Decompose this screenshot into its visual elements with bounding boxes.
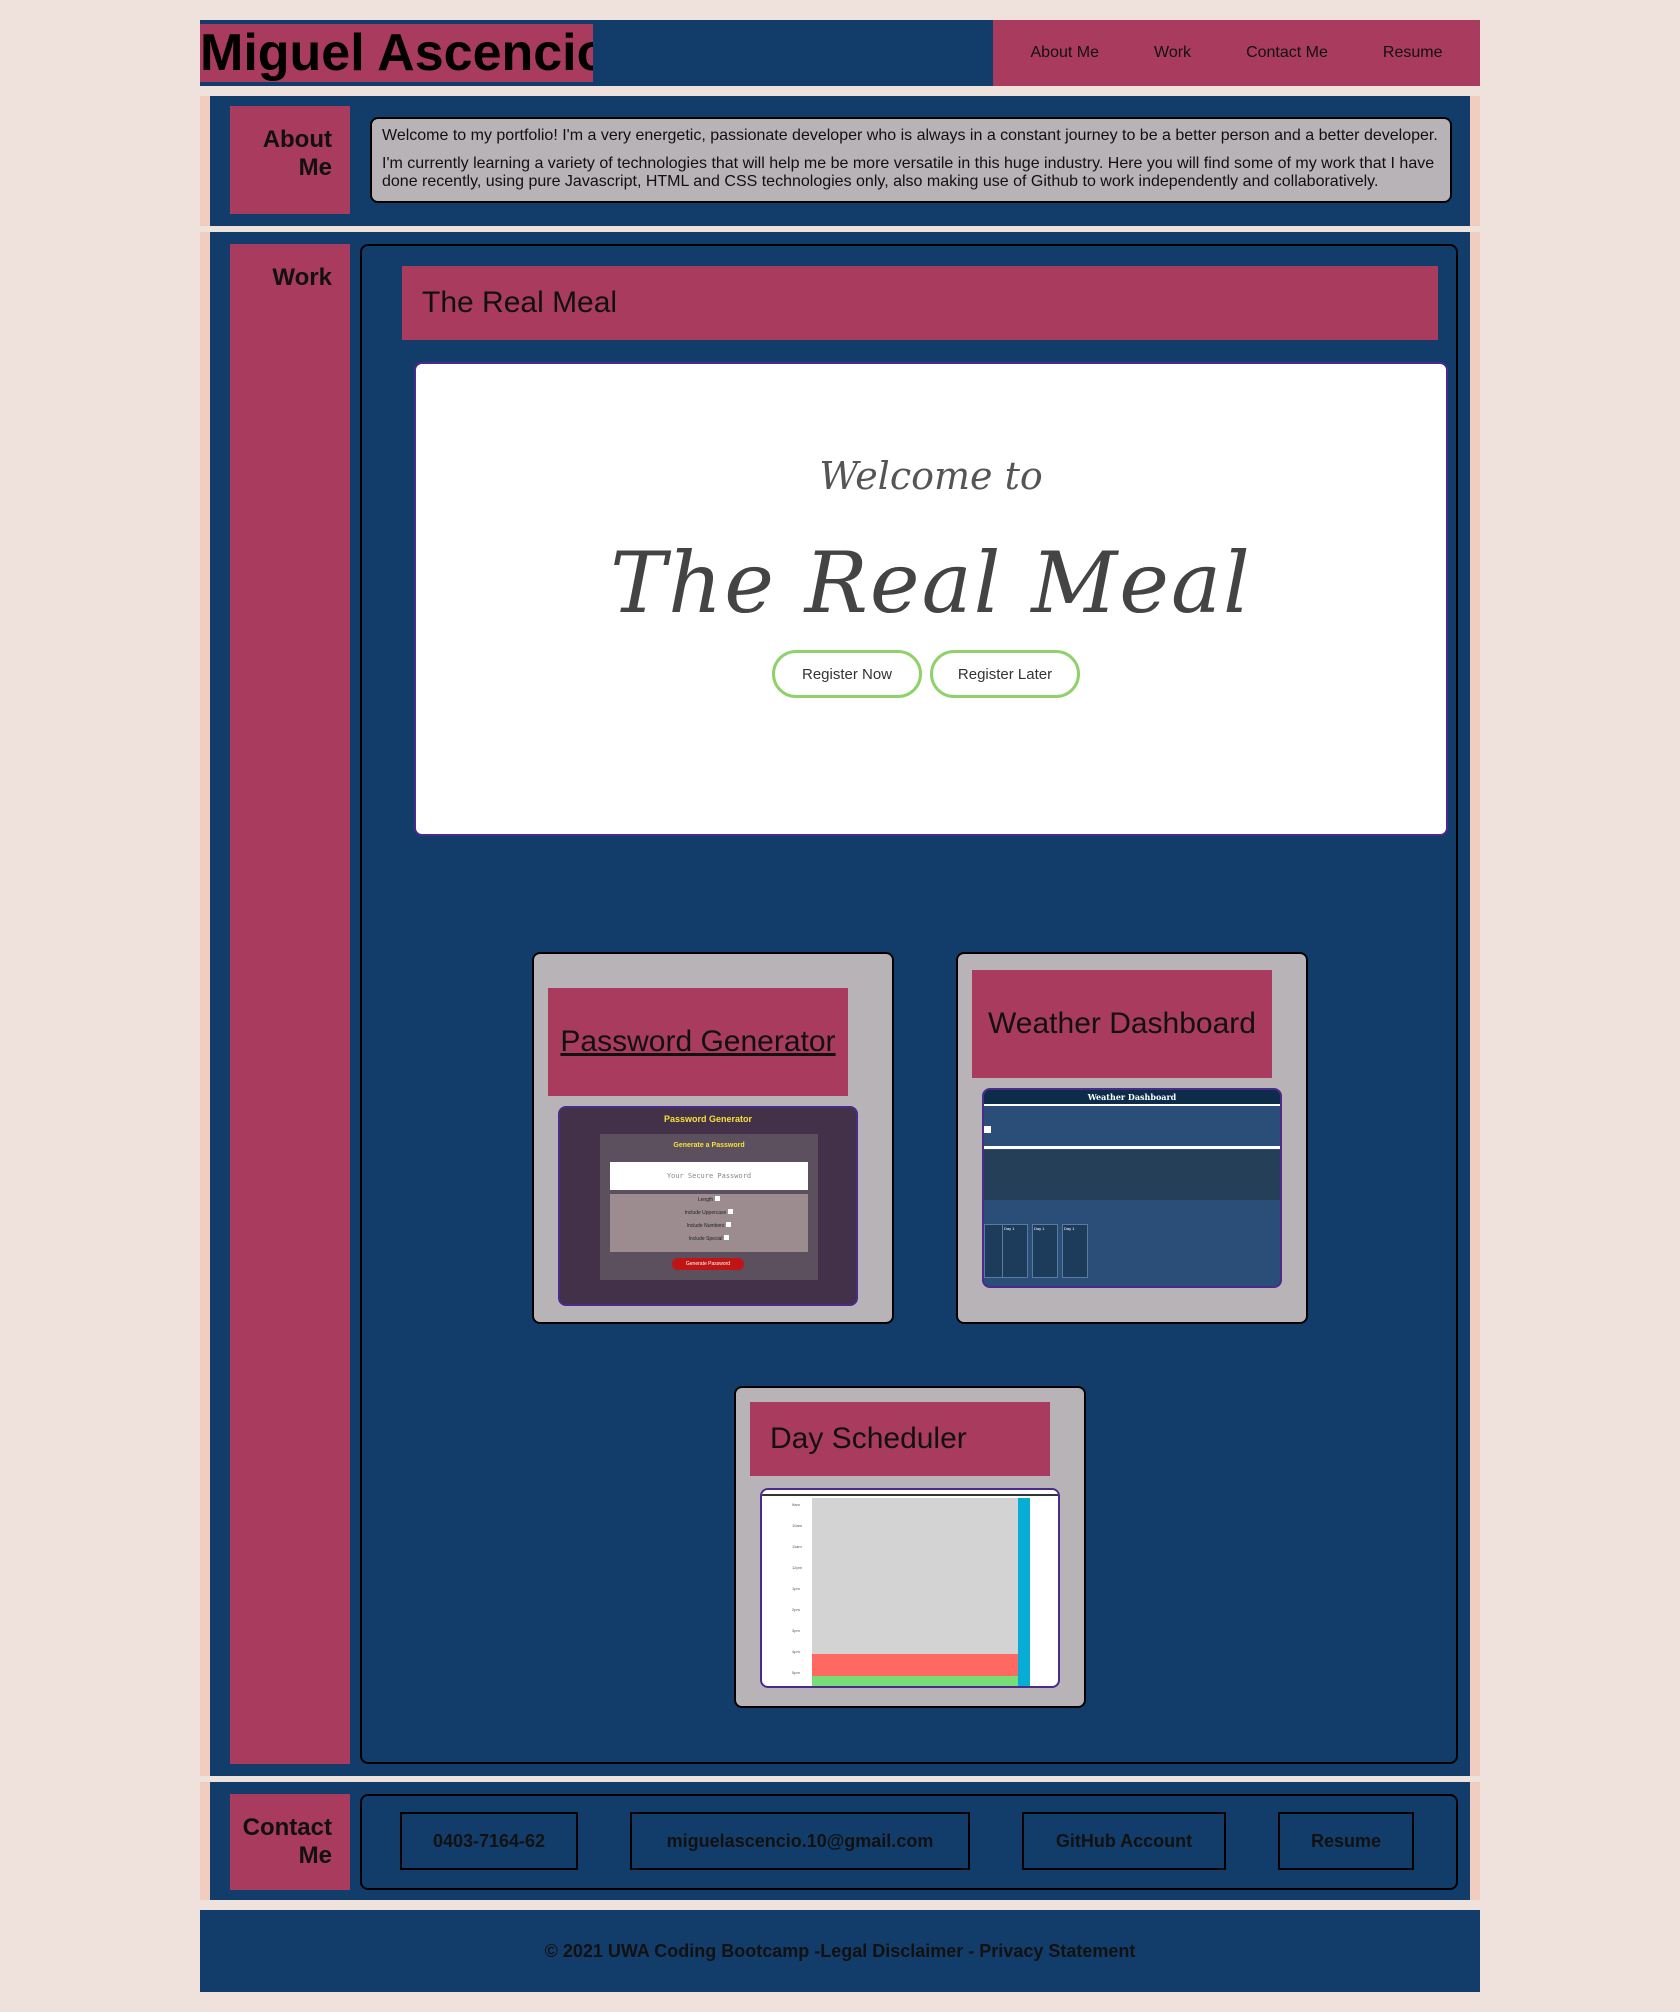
shot-option: Include Numbers: [610, 1220, 808, 1233]
shot-hour: 5pm: [792, 1670, 800, 1675]
contact-inner: Contact Me 0403-7164-62 miguelascencio.1…: [210, 1782, 1470, 1900]
project-card-password-generator: Password Generator Password Generator Ge…: [532, 952, 894, 1324]
work-inner: Work The Real Meal Welcome to The Real M…: [210, 232, 1470, 1776]
resume-button[interactable]: Resume: [1278, 1812, 1414, 1870]
nav-resume[interactable]: Resume: [1383, 44, 1443, 62]
shot-register-now-button: Register Now: [772, 650, 922, 698]
shot-present-block: [812, 1654, 1018, 1676]
featured-project-screenshot[interactable]: Welcome to The Real Meal Register Now Re…: [414, 362, 1448, 836]
contact-panel: 0403-7164-62 miguelascencio.10@gmail.com…: [360, 1794, 1458, 1890]
site-title: Miguel Ascencio: [200, 24, 593, 82]
project-title: Weather Dashboard: [972, 970, 1272, 1078]
site-header: Miguel Ascencio About Me Work Contact Me…: [200, 20, 1480, 86]
shot-hour: 9am: [792, 1502, 800, 1507]
shot-subheader: Generate a Password: [673, 1142, 745, 1149]
shot-generate-button: Generate Password: [672, 1258, 744, 1270]
about-text-box: Welcome to my portfolio! I'm a very ener…: [370, 117, 1452, 203]
nav-contact-me[interactable]: Contact Me: [1246, 44, 1328, 62]
shot-logo-text: The Real Meal: [610, 534, 1252, 632]
project-card-day-scheduler: Day Scheduler 9am 10am 11am 12pm 1pm 2pm…: [734, 1386, 1086, 1708]
about-section: About Me Welcome to my portfolio! I'm a …: [200, 96, 1480, 226]
shot-welcome-text: Welcome to: [819, 454, 1043, 498]
shot-option: Include Uppercase: [610, 1207, 808, 1220]
shot-forecast-day: Day 1: [1032, 1224, 1058, 1278]
shot-card: Generate a Password Your Secure Password…: [600, 1134, 818, 1280]
project-title-text[interactable]: Password Generator: [560, 1025, 835, 1059]
shot-header: Weather Dashboard: [984, 1090, 1280, 1106]
work-label: Work: [230, 244, 350, 1764]
about-label: About Me: [230, 106, 350, 214]
shot-future-block: [812, 1676, 1018, 1686]
shot-forecast-day: Day 1: [1002, 1224, 1028, 1278]
shot-options: Length Include Uppercase Include Numbers…: [610, 1194, 808, 1252]
project-card-weather-dashboard: Weather Dashboard Weather Dashboard Day …: [956, 952, 1308, 1324]
shot-hour: 1pm: [792, 1586, 800, 1591]
work-panel: The Real Meal Welcome to The Real Meal R…: [360, 244, 1458, 1764]
top-nav: About Me Work Contact Me Resume: [993, 20, 1480, 86]
shot-header: Password Generator: [663, 1114, 753, 1124]
shot-topbar: [762, 1490, 1058, 1496]
site-footer: © 2021 UWA Coding Bootcamp -Legal Discla…: [200, 1910, 1480, 1992]
work-section: Work The Real Meal Welcome to The Real M…: [200, 232, 1480, 1776]
project-title: Day Scheduler: [750, 1402, 1050, 1476]
contact-section: Contact Me 0403-7164-62 miguelascencio.1…: [200, 1782, 1480, 1900]
email-button[interactable]: miguelascencio.10@gmail.com: [630, 1812, 970, 1870]
shot-hour: 4pm: [792, 1649, 800, 1654]
footer-text: © 2021 UWA Coding Bootcamp -Legal Discla…: [544, 1940, 1136, 1961]
about-paragraph-1: Welcome to my portfolio! I'm a very ener…: [382, 127, 1438, 144]
shot-password-field: Your Secure Password: [610, 1162, 808, 1190]
project-screenshot[interactable]: Weather Dashboard Day 1 Day 1 Day 1: [982, 1088, 1282, 1288]
shot-hour: 11am: [792, 1544, 802, 1549]
nav-work[interactable]: Work: [1154, 44, 1191, 62]
shot-save-column: [1018, 1498, 1030, 1686]
shot-register-later-button: Register Later: [930, 650, 1080, 698]
featured-project-title: The Real Meal: [402, 266, 1438, 340]
shot-hour: 12pm: [792, 1565, 803, 1570]
project-title-link[interactable]: Password Generator: [548, 988, 848, 1096]
shot-hour: 3pm: [792, 1628, 800, 1633]
nav-about-me[interactable]: About Me: [1031, 44, 1099, 62]
shot-current-weather: [984, 1150, 1280, 1200]
project-screenshot[interactable]: Password Generator Generate a Password Y…: [558, 1106, 858, 1306]
shot-option: Length: [610, 1194, 808, 1207]
shot-divider: [984, 1146, 1280, 1149]
shot-hour: 2pm: [792, 1607, 800, 1612]
about-paragraph-2: I'm currently learning a variety of tech…: [382, 155, 1435, 190]
shot-hour: 10am: [792, 1523, 803, 1528]
github-button[interactable]: GitHub Account: [1022, 1812, 1226, 1870]
project-screenshot[interactable]: 9am 10am 11am 12pm 1pm 2pm 3pm 4pm 5pm: [760, 1488, 1060, 1688]
contact-label: Contact Me: [230, 1794, 350, 1890]
about-inner: About Me Welcome to my portfolio! I'm a …: [210, 96, 1470, 226]
shot-checkbox: [984, 1126, 991, 1133]
shot-option: Include Special: [610, 1233, 808, 1246]
phone-button[interactable]: 0403-7164-62: [400, 1812, 578, 1870]
shot-forecast-day: Day 1: [1062, 1224, 1088, 1278]
